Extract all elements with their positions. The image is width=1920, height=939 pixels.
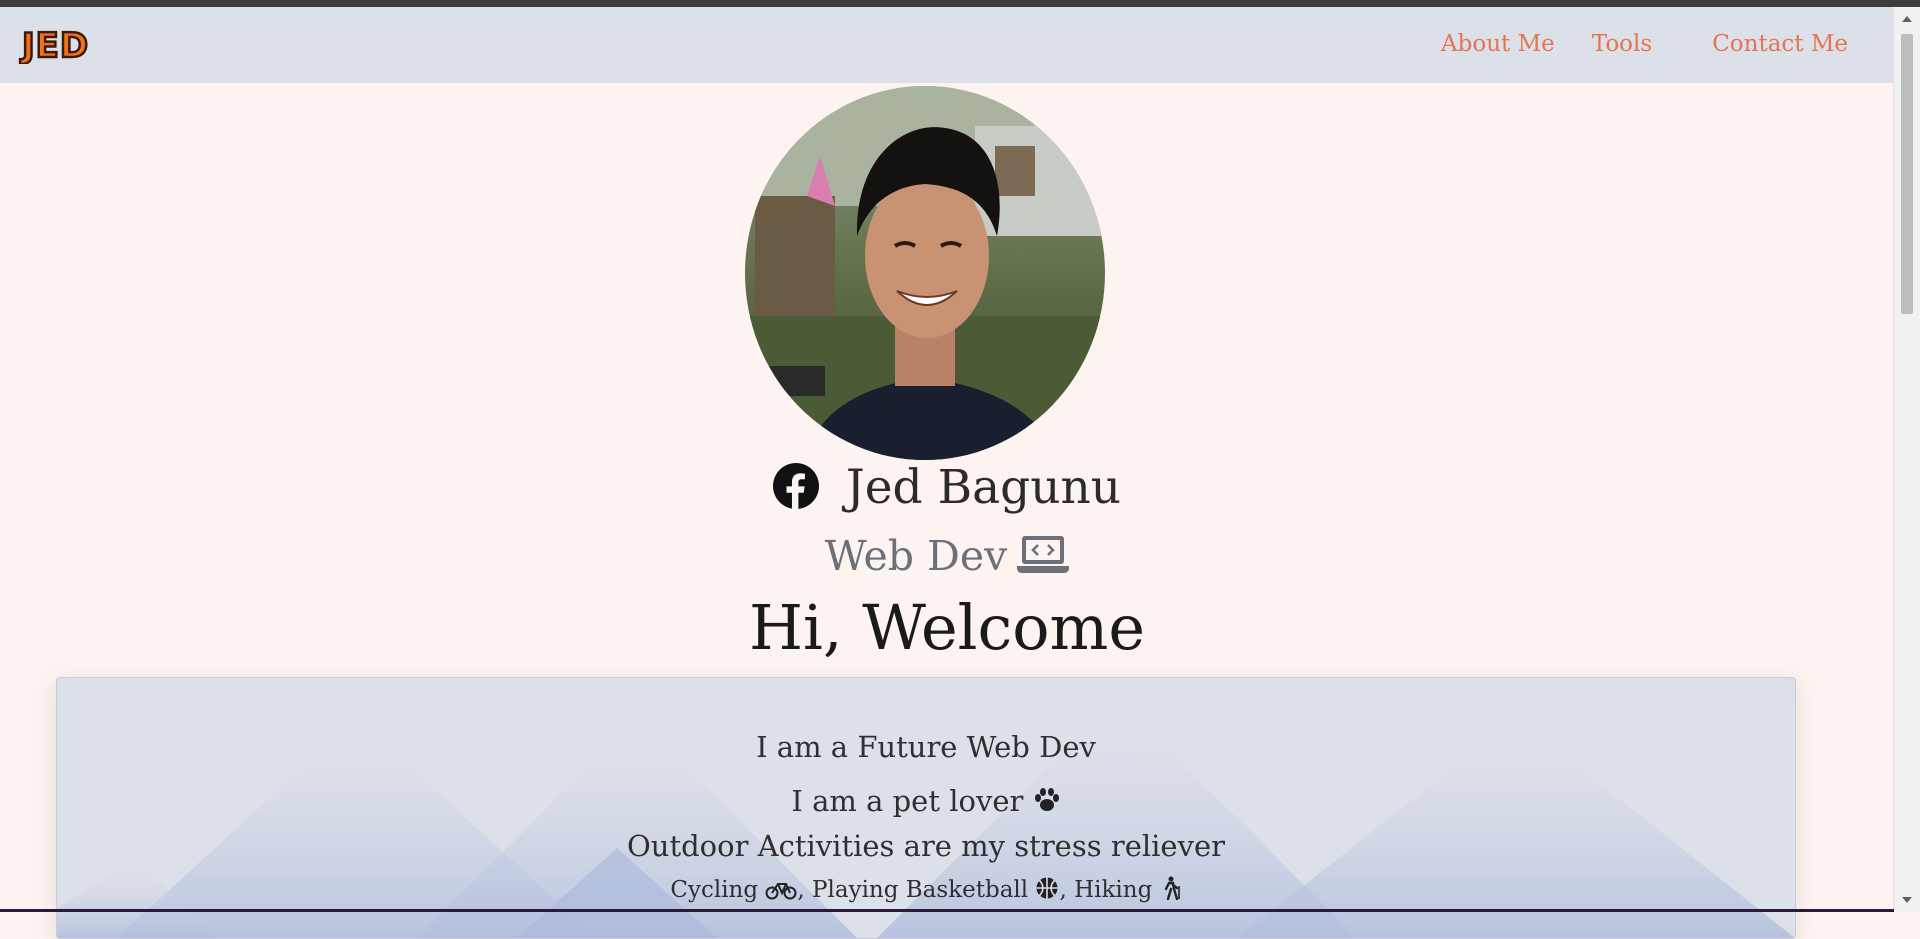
about-line-pet-lover: I am a pet lover (57, 784, 1795, 818)
scroll-thumb[interactable] (1901, 34, 1913, 314)
nav-about-me[interactable]: About Me (1441, 31, 1555, 57)
about-card: I am a Future Web Dev I am a pet lover O… (56, 677, 1796, 939)
brand-logo[interactable]: JED (18, 24, 134, 68)
profile-name-row: Jed Bagunu (0, 458, 1894, 518)
profile-name: Jed Bagunu (845, 460, 1122, 515)
profile-photo (745, 86, 1105, 460)
about-line-outdoor: Outdoor Activities are my stress relieve… (627, 829, 1225, 863)
nav-links: About Me Tools Contact Me (1441, 31, 1848, 57)
laptop-code-icon (1017, 536, 1070, 573)
logo-text: JED (20, 26, 89, 64)
profile-role-row: Web Dev (0, 528, 1894, 584)
facebook-icon[interactable] (772, 460, 846, 515)
paw-icon (1034, 788, 1059, 811)
basketball-icon (1036, 877, 1058, 899)
hobby-cycling: Cycling (670, 877, 759, 903)
scroll-down-arrow-icon[interactable] (1902, 897, 1912, 903)
welcome-heading: Hi, Welcome (748, 591, 1146, 664)
about-line-hobbies: Cycling , Playing Basketball , Hiking (57, 876, 1795, 903)
navbar: JED About Me Tools Contact Me (0, 7, 1894, 83)
bicycle-icon (765, 883, 797, 900)
about-line-future-web-dev: I am a Future Web Dev (756, 730, 1096, 764)
profile-role: Web Dev (824, 532, 1008, 580)
window-top-border (0, 0, 1920, 7)
nav-contact-me[interactable]: Contact Me (1712, 31, 1848, 57)
hobby-hiking: Hiking (1074, 877, 1153, 903)
page-scrollbar[interactable] (1893, 7, 1920, 912)
hiking-icon (1164, 876, 1180, 900)
pet-lover-text: I am a pet lover (791, 784, 1024, 818)
hobby-basketball: Playing Basketball (812, 877, 1029, 903)
scroll-up-arrow-icon[interactable] (1902, 16, 1912, 22)
nav-tools[interactable]: Tools (1592, 31, 1652, 57)
